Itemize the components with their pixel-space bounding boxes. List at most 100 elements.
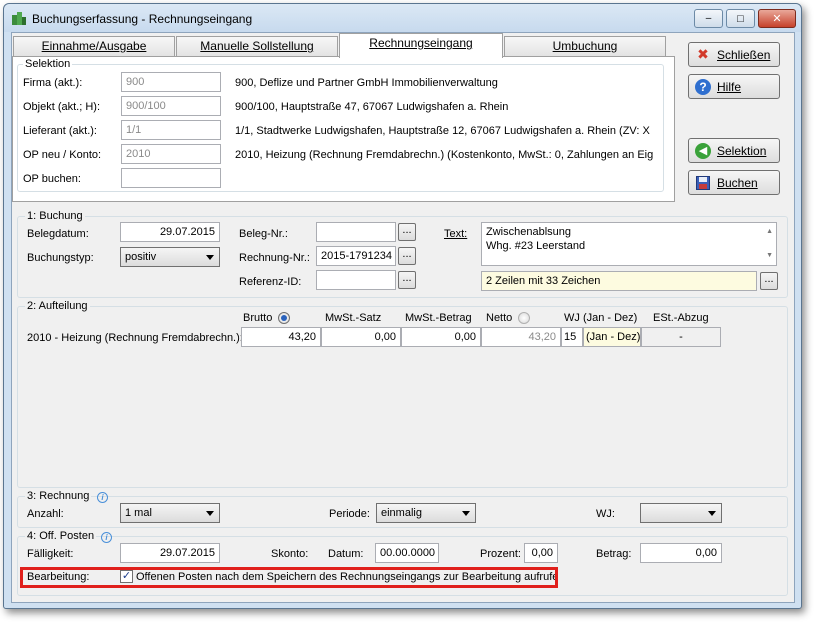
wj-header: WJ (Jan - Dez) bbox=[564, 312, 638, 324]
minimize-icon: – bbox=[705, 13, 712, 24]
minimize-button[interactable]: – bbox=[694, 9, 723, 28]
tab-rechnungseingang[interactable]: Rechnungseingang bbox=[339, 33, 503, 58]
belegdatum-field[interactable]: 29.07.2015 bbox=[120, 222, 220, 242]
text-label: Text: bbox=[444, 228, 468, 240]
buchungstyp-select[interactable]: positiv bbox=[120, 247, 220, 267]
anzahl-select[interactable]: 1 mal bbox=[120, 503, 220, 523]
firma-label: Firma (akt.): bbox=[23, 77, 83, 89]
schliessen-button[interactable]: ✖ Schließen bbox=[688, 42, 780, 67]
lieferant-label: Lieferant (akt.): bbox=[23, 125, 97, 137]
text-browse-button[interactable]: ... bbox=[760, 272, 778, 290]
tab-einnahme-ausgabe[interactable]: Einnahme/Ausgabe bbox=[13, 36, 175, 56]
op-neu-konto-description: 2010, Heizung (Rechnung Fremdabrechn.) (… bbox=[235, 149, 653, 161]
maximize-button[interactable]: □ bbox=[726, 9, 755, 28]
bearbeitung-label: Bearbeitung: bbox=[27, 571, 90, 583]
wj-number-field[interactable]: 15 bbox=[561, 327, 583, 347]
op-buchen-field[interactable] bbox=[121, 168, 221, 188]
betrag-label: Betrag: bbox=[596, 548, 632, 560]
scroll-up-icon[interactable]: ▲ bbox=[766, 225, 773, 239]
brutto-radio[interactable] bbox=[278, 312, 290, 324]
skonto-datum-label: Datum: bbox=[328, 548, 364, 560]
buchen-button[interactable]: Buchen bbox=[688, 170, 780, 195]
faelligkeit-label: Fälligkeit: bbox=[27, 548, 74, 560]
objekt-label: Objekt (akt.; H): bbox=[23, 101, 101, 113]
lieferant-field[interactable]: 1/1 bbox=[121, 120, 221, 140]
text-info: 2 Zeilen mit 33 Zeichen bbox=[481, 271, 757, 291]
periode-select[interactable]: einmalig bbox=[376, 503, 476, 523]
back-arrow-icon: ◀ bbox=[695, 142, 711, 159]
wj-select[interactable] bbox=[640, 503, 722, 523]
tab-umbuchung[interactable]: Umbuchung bbox=[504, 36, 666, 56]
aufteilung-row-label: 2010 - Heizung (Rechnung Fremdabrechn.): bbox=[27, 332, 243, 344]
est-abzug-field: - bbox=[641, 327, 721, 347]
periode-label: Periode: bbox=[329, 508, 370, 520]
window-title: Buchungserfassung - Rechnungseingang bbox=[32, 12, 253, 26]
belegnr-field[interactable] bbox=[316, 222, 396, 242]
chevron-down-icon bbox=[206, 255, 214, 260]
referenz-browse-button[interactable]: ... bbox=[398, 271, 416, 289]
netto-header: Netto bbox=[486, 312, 513, 324]
belegnr-label: Beleg-Nr.: bbox=[239, 228, 288, 240]
netto-radio[interactable] bbox=[518, 312, 530, 324]
check-icon: ✓ bbox=[121, 570, 132, 582]
op-neu-konto-field[interactable]: 2010 bbox=[121, 144, 221, 164]
betrag-field[interactable]: 0,00 bbox=[640, 543, 722, 563]
close-window-button[interactable]: ✕ bbox=[758, 9, 796, 28]
dialog-client: Einnahme/Ausgabe Manuelle Sollstellung R… bbox=[11, 32, 795, 603]
close-icon: ✕ bbox=[772, 13, 782, 25]
prozent-field[interactable]: 0,00 bbox=[524, 543, 558, 563]
firma-description: 900, Deflize und Partner GmbH Immobilien… bbox=[235, 77, 498, 89]
est-abzug-header: ESt.-Abzug bbox=[653, 312, 709, 324]
tab-manuelle-sollstellung[interactable]: Manuelle Sollstellung bbox=[176, 36, 338, 56]
scroll-down-icon[interactable]: ▼ bbox=[766, 249, 773, 263]
buchungstyp-label: Buchungstyp: bbox=[27, 252, 94, 264]
faelligkeit-field[interactable]: 29.07.2015 bbox=[120, 543, 220, 563]
bearbeitung-text[interactable]: Offenen Posten nach dem Speichern des Re… bbox=[136, 571, 555, 583]
mwst-satz-field[interactable]: 0,00 bbox=[321, 327, 401, 347]
bearbeitung-checkbox[interactable]: ✓ bbox=[120, 570, 133, 583]
referenz-label: Referenz-ID: bbox=[239, 276, 302, 288]
skonto-datum-field[interactable]: 00.00.0000 bbox=[375, 543, 439, 563]
selektion-button[interactable]: ◀ Selektion bbox=[688, 138, 780, 163]
objekt-description: 900/100, Hauptstraße 47, 67067 Ludwigsha… bbox=[235, 101, 509, 113]
belegdatum-label: Belegdatum: bbox=[27, 228, 89, 240]
offposten-legend: 4: Off. Posten bbox=[25, 530, 97, 542]
mwst-betrag-field[interactable]: 0,00 bbox=[401, 327, 481, 347]
wj-label: WJ: bbox=[596, 508, 615, 520]
text-area[interactable]: Zwischenablsung Whg. #23 Leerstand ▲ ▼ bbox=[481, 222, 777, 266]
rechnung-legend: 3: Rechnung bbox=[25, 490, 92, 502]
mwst-betrag-header: MwSt.-Betrag bbox=[405, 312, 472, 324]
title-bar[interactable]: Buchungserfassung - Rechnungseingang – □… bbox=[4, 4, 801, 32]
mwst-satz-header: MwSt.-Satz bbox=[325, 312, 382, 324]
belegnr-browse-button[interactable]: ... bbox=[398, 223, 416, 241]
aufteilung-legend: 2: Aufteilung bbox=[25, 300, 90, 312]
netto-field[interactable]: 43,20 bbox=[481, 327, 561, 347]
chevron-down-icon bbox=[462, 511, 470, 516]
objekt-field[interactable]: 900/100 bbox=[121, 96, 221, 116]
close-icon: ✖ bbox=[697, 46, 709, 62]
firma-field[interactable]: 900 bbox=[121, 72, 221, 92]
op-neu-konto-label: OP neu / Konto: bbox=[23, 149, 102, 161]
brutto-header: Brutto bbox=[243, 312, 273, 324]
info-icon[interactable]: i bbox=[97, 492, 108, 503]
hilfe-button[interactable]: ? Hilfe bbox=[688, 74, 780, 99]
info-icon[interactable]: i bbox=[101, 532, 112, 543]
save-disk-icon bbox=[695, 175, 711, 191]
help-icon: ? bbox=[695, 78, 711, 95]
op-buchen-label: OP buchen: bbox=[23, 173, 81, 185]
brutto-field[interactable]: 43,20 bbox=[241, 327, 321, 347]
maximize-icon: □ bbox=[737, 12, 744, 25]
referenz-field[interactable] bbox=[316, 270, 396, 290]
rechnungnr-label: Rechnung-Nr.: bbox=[239, 252, 310, 264]
lieferant-description: 1/1, Stadtwerke Ludwigshafen, Hauptstraß… bbox=[235, 125, 650, 137]
skonto-label: Skonto: bbox=[271, 548, 309, 560]
rechnungnr-field[interactable]: 2015-1791234 bbox=[316, 246, 396, 266]
rechnungnr-browse-button[interactable]: ... bbox=[398, 247, 416, 265]
tab-panel: Selektion Firma (akt.): 900 900, Deflize… bbox=[12, 56, 675, 202]
anzahl-label: Anzahl: bbox=[27, 508, 64, 520]
chevron-down-icon bbox=[206, 511, 214, 516]
selektion-legend: Selektion bbox=[23, 58, 73, 70]
app-logo-icon bbox=[11, 10, 27, 26]
prozent-label: Prozent: bbox=[480, 548, 521, 560]
wj-range-field[interactable]: (Jan - Dez) bbox=[583, 327, 641, 347]
